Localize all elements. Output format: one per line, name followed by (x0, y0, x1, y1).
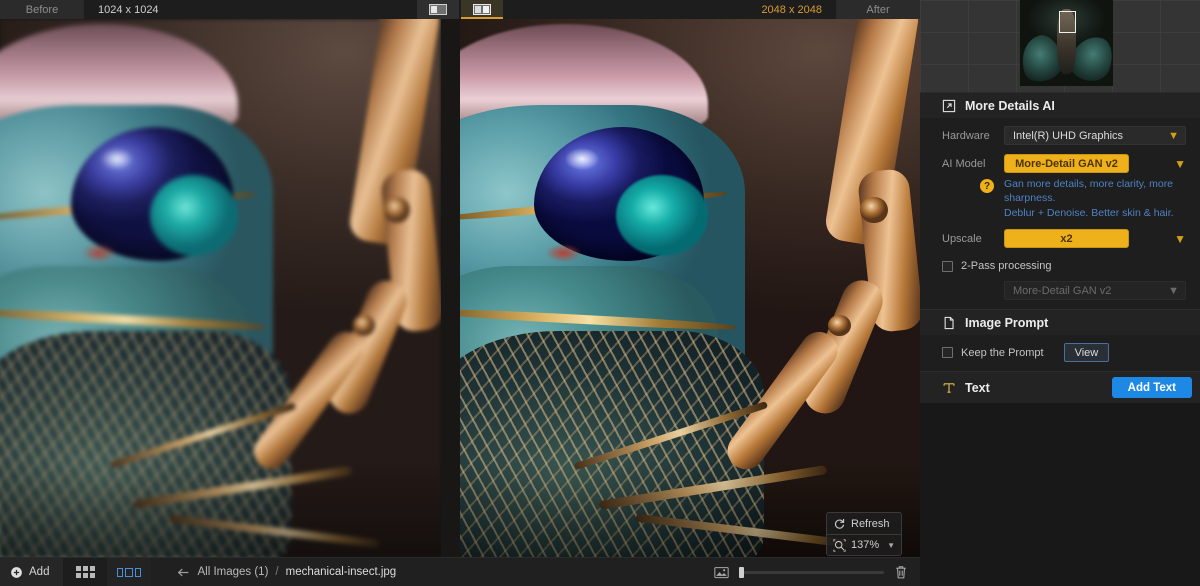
keep-prompt-checkbox[interactable] (942, 347, 953, 359)
help-badge-icon[interactable]: ? (980, 179, 994, 193)
slider-knob[interactable] (739, 566, 744, 578)
hardware-label: Hardware (942, 129, 990, 142)
after-tab[interactable]: After (836, 0, 920, 19)
thumbnail-size-slider[interactable] (739, 566, 884, 578)
refresh-icon (834, 519, 845, 529)
help-line-2: Deblur + Denoise. Better skin & hair. (1004, 206, 1174, 219)
hardware-row: Hardware Intel(R) UHD Graphics ▼ (942, 126, 1186, 145)
ai-model-help-row: ? Gan more details, more clarity, more s… (942, 177, 1186, 220)
viewer-bottombar: Add All Images (1) / mechanical-insect.j… (0, 557, 920, 586)
after-dimensions: 2048 x 2048 (747, 0, 836, 19)
ai-model-help-text: Gan more details, more clarity, more sha… (1004, 177, 1186, 220)
breadcrumb-file[interactable]: mechanical-insect.jpg (286, 566, 397, 578)
chevron-down-icon: ▼ (887, 540, 895, 550)
after-image (460, 19, 920, 557)
breadcrumb: All Images (1) / mechanical-insect.jpg (177, 566, 396, 578)
more-details-ai-icon (942, 99, 956, 112)
refresh-button[interactable]: Refresh (827, 513, 901, 534)
refresh-label: Refresh (851, 517, 890, 530)
filmstrip-view-button[interactable] (107, 557, 152, 586)
more-details-ai-body: Hardware Intel(R) UHD Graphics ▼ AI Mode… (920, 118, 1200, 310)
add-image-button[interactable]: Add (0, 557, 64, 586)
chevron-down-icon: ▼ (1168, 130, 1179, 142)
image-prompt-body: Keep the Prompt View (920, 335, 1200, 372)
navigator-preview[interactable] (920, 0, 1200, 92)
zoom-level-label: 137% (851, 539, 880, 551)
before-image-pane[interactable] (0, 19, 441, 557)
chevron-down-icon: ▼ (1168, 285, 1179, 298)
single-pane-view-icon (429, 4, 447, 15)
viewer-topbar: Before 1024 x 1024 2048 x 2048 After (0, 0, 920, 19)
help-line-1: Gan more details, more clarity, more sha… (1004, 178, 1174, 205)
view-mode-split-button[interactable] (461, 0, 503, 19)
hardware-value: Intel(R) UHD Graphics (1013, 129, 1124, 142)
comparison-panes (0, 19, 920, 557)
view-prompt-button[interactable]: View (1063, 343, 1110, 363)
add-text-button[interactable]: Add Text (1111, 377, 1192, 399)
ai-model-select[interactable]: More-Detail GAN v2 (1004, 154, 1129, 173)
trash-icon[interactable] (894, 565, 908, 580)
image-viewer-area: Before 1024 x 1024 2048 x 2048 After Ref… (0, 0, 920, 586)
section-header-more-details-ai: More Details AI (920, 92, 1200, 118)
ai-model-value: More-Detail GAN v2 (1015, 157, 1118, 170)
zoom-control[interactable]: 137% ▼ (827, 534, 901, 555)
filmstrip-view-icon (117, 567, 142, 577)
upscale-select[interactable]: x2 (1004, 229, 1129, 249)
split-pane-view-icon (473, 4, 491, 15)
section-header-image-prompt: Image Prompt (920, 309, 1200, 336)
upscale-value: x2 (1060, 232, 1073, 245)
viewer-float-controls: Refresh 137% ▼ (826, 512, 902, 556)
app-root: Before 1024 x 1024 2048 x 2048 After Ref… (0, 0, 1200, 586)
after-image-pane[interactable] (460, 19, 920, 557)
upscale-select-wrap: x2 ▼ (1004, 229, 1186, 249)
back-arrow-icon[interactable] (177, 567, 190, 578)
grid-view-button[interactable] (63, 557, 108, 586)
section-title-more-details-ai: More Details AI (965, 98, 1055, 113)
section-title-text: Text (965, 380, 990, 395)
before-tab[interactable]: Before (0, 0, 84, 19)
keep-prompt-row: Keep the Prompt View (942, 343, 1186, 363)
section-header-text: Text Add Text (920, 371, 1200, 404)
chevron-down-icon[interactable]: ▼ (1174, 157, 1186, 171)
grid-view-icon (75, 566, 95, 578)
pane-divider[interactable] (441, 19, 460, 557)
view-mode-toggles (417, 0, 503, 19)
ai-model-select-wrap: More-Detail GAN v2 ▼ (1004, 154, 1186, 173)
two-pass-model-row: More-Detail GAN v2 ▼ (942, 281, 1186, 301)
section-title-image-prompt: Image Prompt (965, 315, 1049, 330)
add-label: Add (29, 566, 50, 578)
two-pass-model-select: More-Detail GAN v2 ▼ (1004, 281, 1186, 301)
view-mode-single-button[interactable] (417, 0, 459, 19)
upscale-row: Upscale x2 ▼ (942, 229, 1186, 249)
upscale-label: Upscale (942, 232, 982, 245)
breadcrumb-root[interactable]: All Images (1) (197, 566, 268, 578)
plus-circle-icon (11, 566, 22, 578)
keep-prompt-label: Keep the Prompt (961, 346, 1044, 359)
two-pass-checkbox[interactable] (942, 260, 953, 272)
two-pass-label: 2-Pass processing (961, 260, 1052, 273)
thumbnail-size-icon[interactable] (714, 566, 729, 579)
topbar-spacer-2 (503, 0, 747, 19)
chevron-down-icon[interactable]: ▼ (1174, 232, 1186, 246)
breadcrumb-separator: / (275, 566, 279, 578)
zoom-fit-icon (833, 538, 846, 552)
two-pass-row[interactable]: 2-Pass processing (942, 260, 1186, 272)
ai-model-label: AI Model (942, 157, 986, 170)
settings-panel: More Details AI Hardware Intel(R) UHD Gr… (920, 0, 1200, 586)
bottombar-right-controls (714, 565, 920, 580)
ai-model-row: AI Model More-Detail GAN v2 ▼ (942, 154, 1186, 173)
hardware-select[interactable]: Intel(R) UHD Graphics ▼ (1004, 126, 1186, 145)
text-tool-icon (943, 383, 955, 393)
document-icon (944, 316, 954, 330)
two-pass-model-value: More-Detail GAN v2 (1013, 284, 1112, 297)
navigator-viewport[interactable] (1059, 11, 1076, 33)
before-dimensions: 1024 x 1024 (84, 0, 173, 19)
before-image (0, 19, 441, 557)
